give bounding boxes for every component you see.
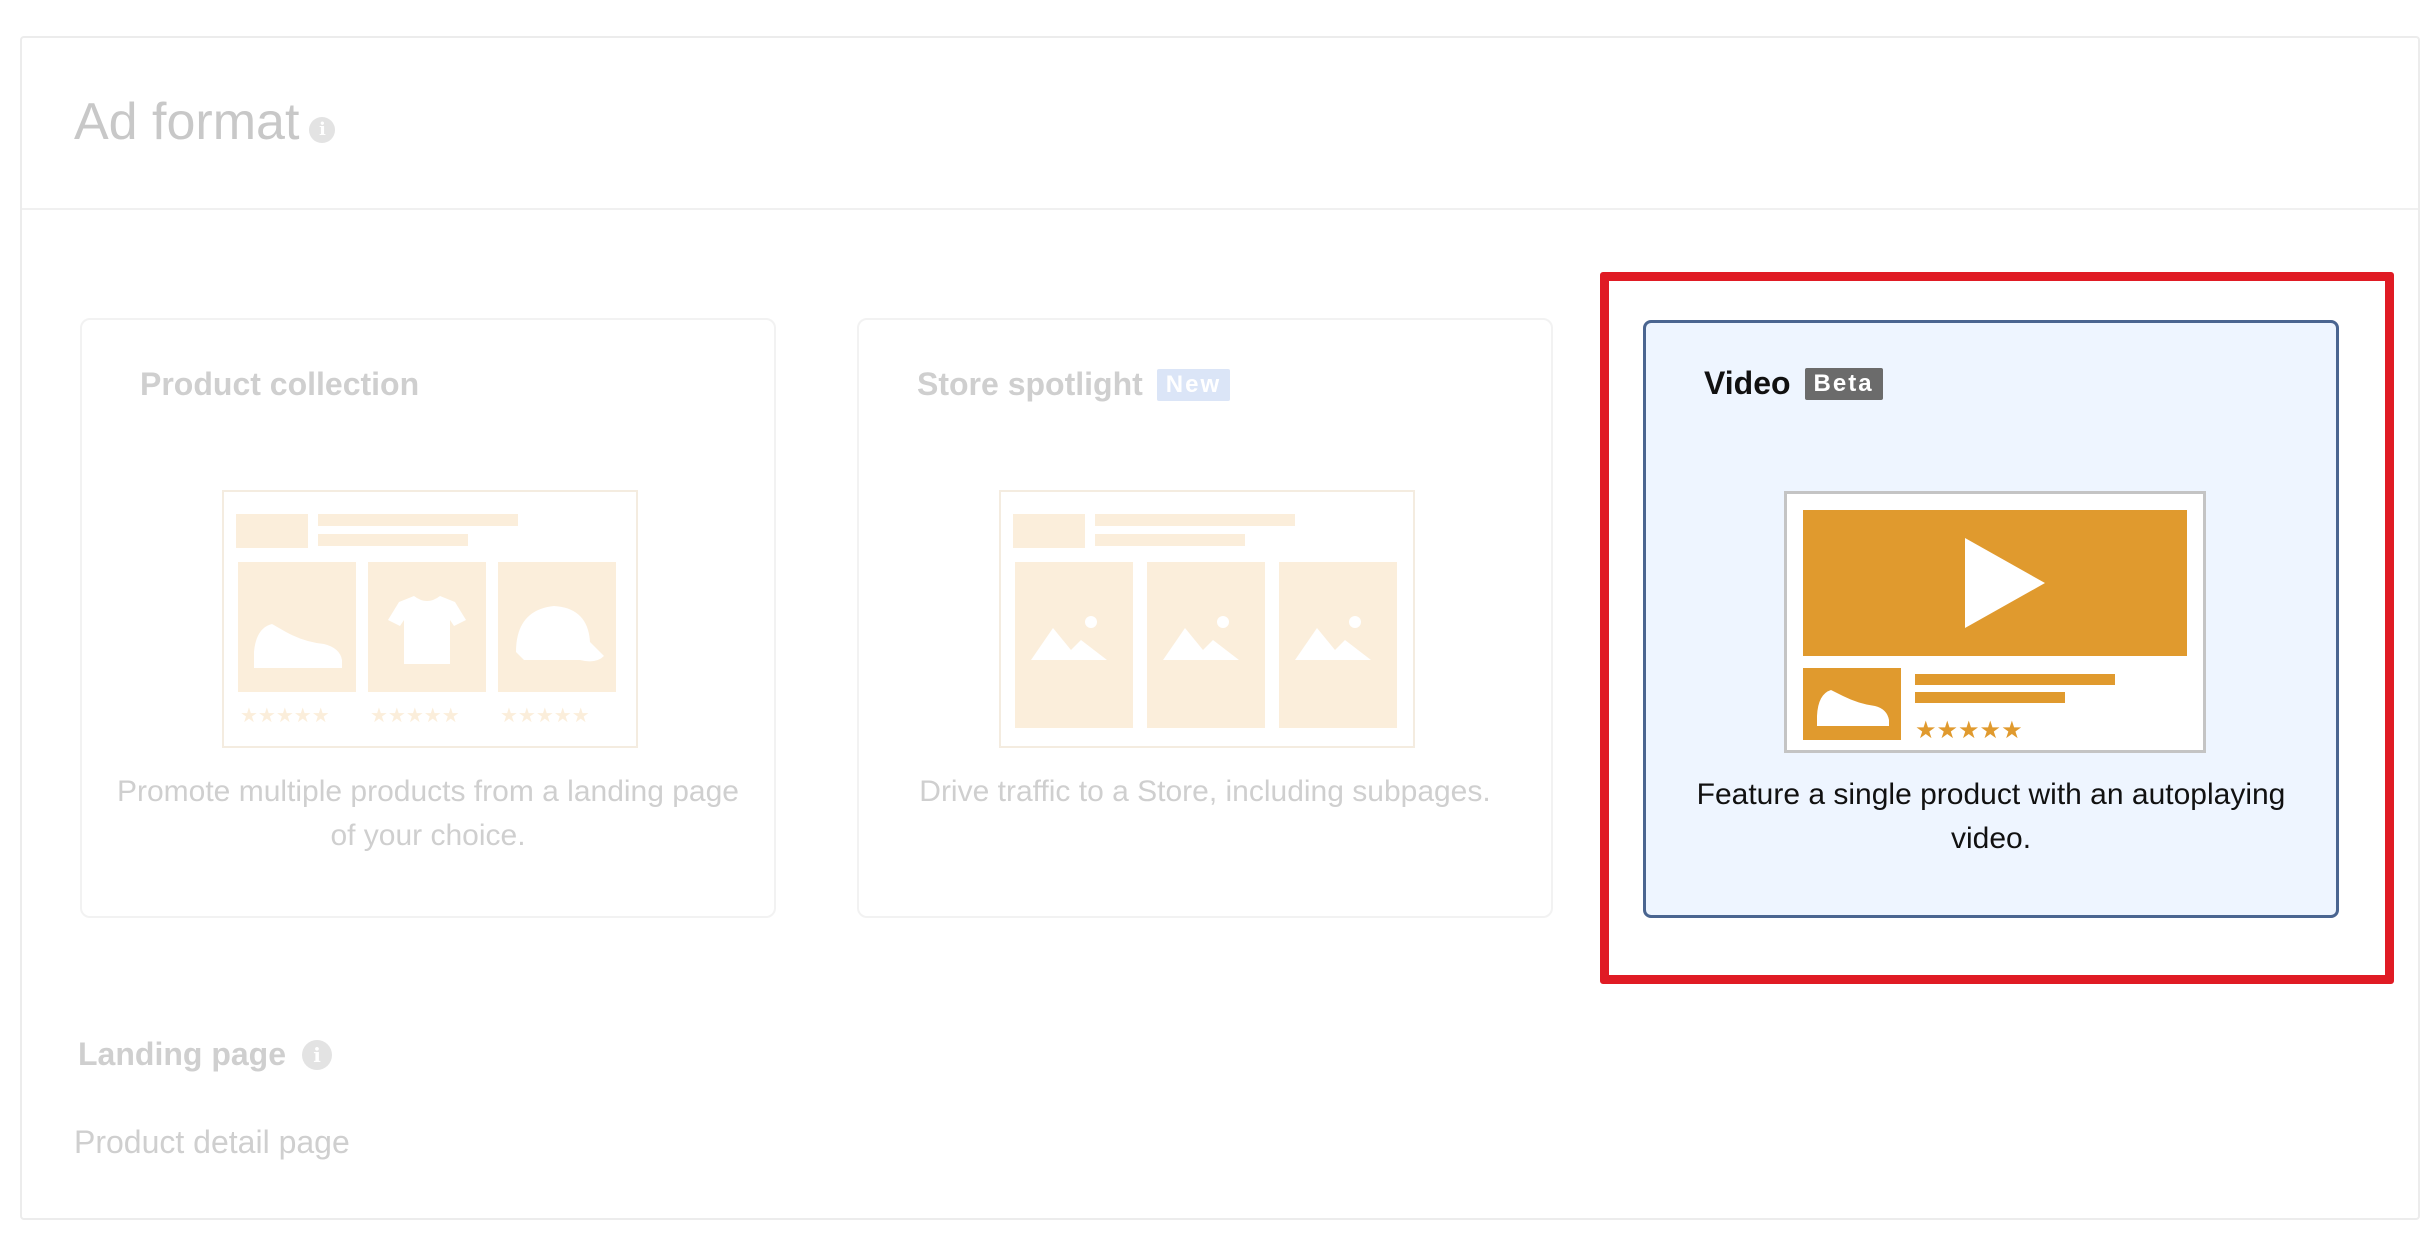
landing-page-label: Landing page i [78,1036,332,1073]
product-collection-illustration: ★★★★★ ★★★★★ ★★★★★ [236,514,616,727]
card-description: Promote multiple products from a landing… [116,775,739,852]
svg-text:★★★★★: ★★★★★ [240,703,330,727]
card-title-text: Product collection [140,366,420,402]
product-collection-thumbnail: ★★★★★ ★★★★★ ★★★★★ [222,490,638,748]
svg-text:★★★★★: ★★★★★ [370,703,460,727]
selection-highlight [1600,272,2394,984]
card-title: Product collection [140,366,419,403]
card-description: Drive traffic to a Store, including subp… [919,775,1491,808]
svg-text:★★★★★: ★★★★★ [500,703,590,727]
landing-page-value: Product detail page [74,1124,350,1160]
card-title-text: Store spotlight [917,366,1143,402]
ad-format-title: Ad format [74,93,300,151]
store-spotlight-thumbnail [999,490,1415,748]
format-card-product-collection[interactable]: Product collection ★★★★★ ★★★★★ ★★★★★ Pro… [80,318,776,918]
page-title: Ad format i [74,92,336,152]
store-spotlight-illustration [1013,514,1397,728]
panel-header: Ad format i [22,38,2418,210]
format-card-store-spotlight[interactable]: Store spotlight New Drive traffic to a S… [857,318,1553,918]
info-icon[interactable]: i [302,1039,332,1070]
landing-page-label-text: Landing page [78,1036,286,1072]
info-icon[interactable]: i [309,117,336,143]
card-title: Store spotlight New [917,366,1231,403]
new-badge: New [1156,368,1231,401]
star-rating: ★★★★★ ★★★★★ ★★★★★ [240,703,590,727]
